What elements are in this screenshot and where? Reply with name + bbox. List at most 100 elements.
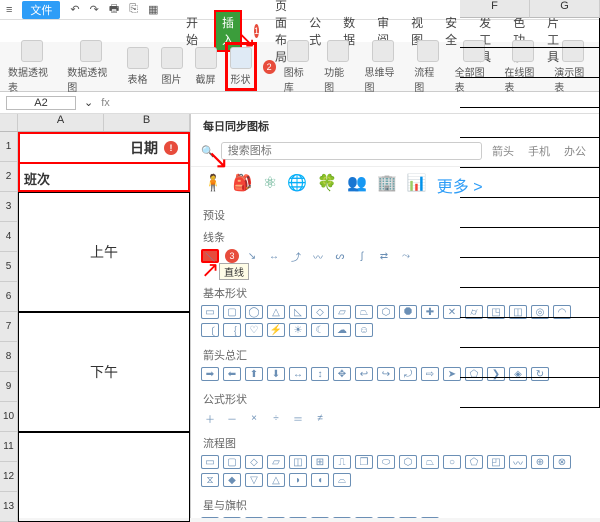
shape-minus-op[interactable]: －	[223, 411, 241, 425]
shape-flow-extract[interactable]: ▽	[245, 473, 263, 487]
shape-arrow-notched[interactable]: ➤	[443, 367, 461, 381]
rb-mindmap[interactable]: 思维导图	[360, 38, 406, 96]
shape-cross[interactable]: ✕	[443, 305, 461, 319]
row-header[interactable]: 6	[0, 282, 18, 312]
row-header[interactable]: 11	[0, 432, 18, 462]
shape-flow-multi[interactable]: ❐	[355, 455, 373, 469]
shape-octagon[interactable]: ⯃	[399, 305, 417, 319]
shape-flow-decision[interactable]: ◇	[245, 455, 263, 469]
row-header[interactable]: 8	[0, 342, 18, 372]
row-header[interactable]: 10	[0, 402, 18, 432]
shape-flow-tape[interactable]: 〰	[509, 455, 527, 469]
grid-icon[interactable]: ▦	[148, 3, 158, 16]
shape-bracket[interactable]: 〔	[201, 323, 219, 337]
shape-sun[interactable]: ☀	[289, 323, 307, 337]
shape-brace[interactable]: ｛	[223, 323, 241, 337]
shape-flow-doc[interactable]: ⎍	[333, 455, 351, 469]
shape-arrow-lr[interactable]: ↔	[289, 367, 307, 381]
shape-connector[interactable]: ⇄	[375, 249, 393, 263]
shape-arrow-d[interactable]: ⬇	[267, 367, 285, 381]
rb-table[interactable]: 表格	[123, 45, 153, 88]
shape-line-double[interactable]: ↔	[265, 249, 283, 263]
shape-div-op[interactable]: ÷	[267, 411, 285, 425]
color-icon[interactable]: ⚛	[263, 173, 277, 197]
shape-flow-or[interactable]: ⊗	[553, 455, 571, 469]
rb-iconlib[interactable]: 图标库	[280, 38, 316, 96]
menu-icon[interactable]: ≡	[6, 4, 12, 16]
cell-a1[interactable]: 日期 !	[18, 132, 190, 162]
shape-flow-merge[interactable]: △	[267, 473, 285, 487]
shape-flow-data[interactable]: ▱	[267, 455, 285, 469]
shape-triangle[interactable]: △	[267, 305, 285, 319]
color-icon[interactable]: 🎒	[233, 173, 253, 197]
rb-screenshot[interactable]: 截屏	[191, 45, 221, 88]
color-icon[interactable]: 🧍	[203, 173, 223, 197]
shape-flow-display[interactable]: ⌓	[333, 473, 351, 487]
shape-flow-predef[interactable]: ◫	[289, 455, 307, 469]
shape-arrow-ud[interactable]: ↕	[311, 367, 329, 381]
rb-shapes[interactable]: 形状 ↘	[225, 42, 257, 91]
shape-flow-manual[interactable]: ⏢	[421, 455, 439, 469]
rb-picture[interactable]: 图片	[157, 45, 187, 88]
shape-rect[interactable]: ▭	[201, 305, 219, 319]
rb-pivot-table[interactable]: 数据透视表	[4, 38, 59, 96]
row-header[interactable]: 7	[0, 312, 18, 342]
shape-connector2[interactable]: ⤳	[397, 249, 415, 263]
shape-flow-offpage[interactable]: ⬠	[465, 455, 483, 469]
shape-moon[interactable]: ☾	[311, 323, 329, 337]
color-icon[interactable]: 📊	[407, 173, 427, 197]
rb-funcchart[interactable]: 功能图	[320, 38, 356, 96]
shape-flow-term[interactable]: ⬭	[377, 455, 395, 469]
shape-arrow-r[interactable]: ➡	[201, 367, 219, 381]
row-header[interactable]: 4	[0, 222, 18, 252]
shape-flow-storage[interactable]: ◗	[289, 473, 307, 487]
shape-arrow-striped[interactable]: ⇨	[421, 367, 439, 381]
row-header[interactable]: 2	[0, 162, 18, 192]
dropdown-icon[interactable]: ⌄	[84, 96, 93, 109]
shape-plus[interactable]: ✚	[421, 305, 439, 319]
shape-rtriangle[interactable]: ◺	[289, 305, 307, 319]
shape-elbow[interactable]: ⤴	[287, 249, 305, 263]
shape-heart[interactable]: ♡	[245, 323, 263, 337]
shape-parallel[interactable]: ▱	[333, 305, 351, 319]
shape-eq-op[interactable]: ＝	[289, 411, 307, 425]
shape-freeform[interactable]: ᔕ	[331, 249, 349, 263]
shape-mult-op[interactable]: ×	[245, 411, 263, 425]
shape-hexagon[interactable]: ⬡	[377, 305, 395, 319]
file-menu[interactable]: 文件	[22, 1, 60, 19]
spreadsheet[interactable]: A B 1 2 3 4 5 6 7 8 9 10 11 12 13 日期 ! 班…	[0, 114, 190, 518]
rb-flowchart[interactable]: 流程图	[410, 38, 446, 96]
shape-line[interactable]: ＼	[201, 249, 219, 263]
right-grid[interactable]	[460, 18, 600, 408]
shape-arrow-l[interactable]: ⬅	[223, 367, 241, 381]
shape-curve[interactable]: 〰	[309, 249, 327, 263]
shape-flow-card[interactable]: ◰	[487, 455, 505, 469]
rb-pivot-chart[interactable]: 数据透视图	[63, 38, 118, 96]
cell-morning[interactable]: 上午	[18, 192, 190, 312]
shape-cloud[interactable]: ☁	[333, 323, 351, 337]
shape-plus-op[interactable]: ＋	[201, 411, 219, 425]
shape-arrow-quad[interactable]: ✥	[333, 367, 351, 381]
select-all-cell[interactable]	[0, 114, 18, 131]
shape-flow-process[interactable]: ▭	[201, 455, 219, 469]
shape-lightning[interactable]: ⚡	[267, 323, 285, 337]
col-header-f[interactable]: F	[460, 0, 530, 18]
shape-arrow-curved[interactable]: ⤾	[399, 367, 417, 381]
row-header[interactable]: 1	[0, 132, 18, 162]
search-input[interactable]	[221, 142, 482, 160]
cell-empty[interactable]	[18, 432, 190, 522]
shape-oval[interactable]: ◯	[245, 305, 263, 319]
shape-flow-sum[interactable]: ⊕	[531, 455, 549, 469]
shape-flow-internal[interactable]: ⊞	[311, 455, 329, 469]
shape-smile[interactable]: ☺	[355, 323, 373, 337]
shape-flow-prep[interactable]: ⬡	[399, 455, 417, 469]
color-icon[interactable]: 🍀	[317, 173, 337, 197]
shape-trapezoid[interactable]: ⏢	[355, 305, 373, 319]
shape-arrow-u[interactable]: ⬆	[245, 367, 263, 381]
copy-icon[interactable]: ⎘	[129, 3, 138, 16]
shape-flow-connector[interactable]: ○	[443, 455, 461, 469]
row-header[interactable]: 9	[0, 372, 18, 402]
shape-flow-sort[interactable]: ◆	[223, 473, 241, 487]
shape-roundrect[interactable]: ▢	[223, 305, 241, 319]
shape-arrow-uturn[interactable]: ↪	[377, 367, 395, 381]
